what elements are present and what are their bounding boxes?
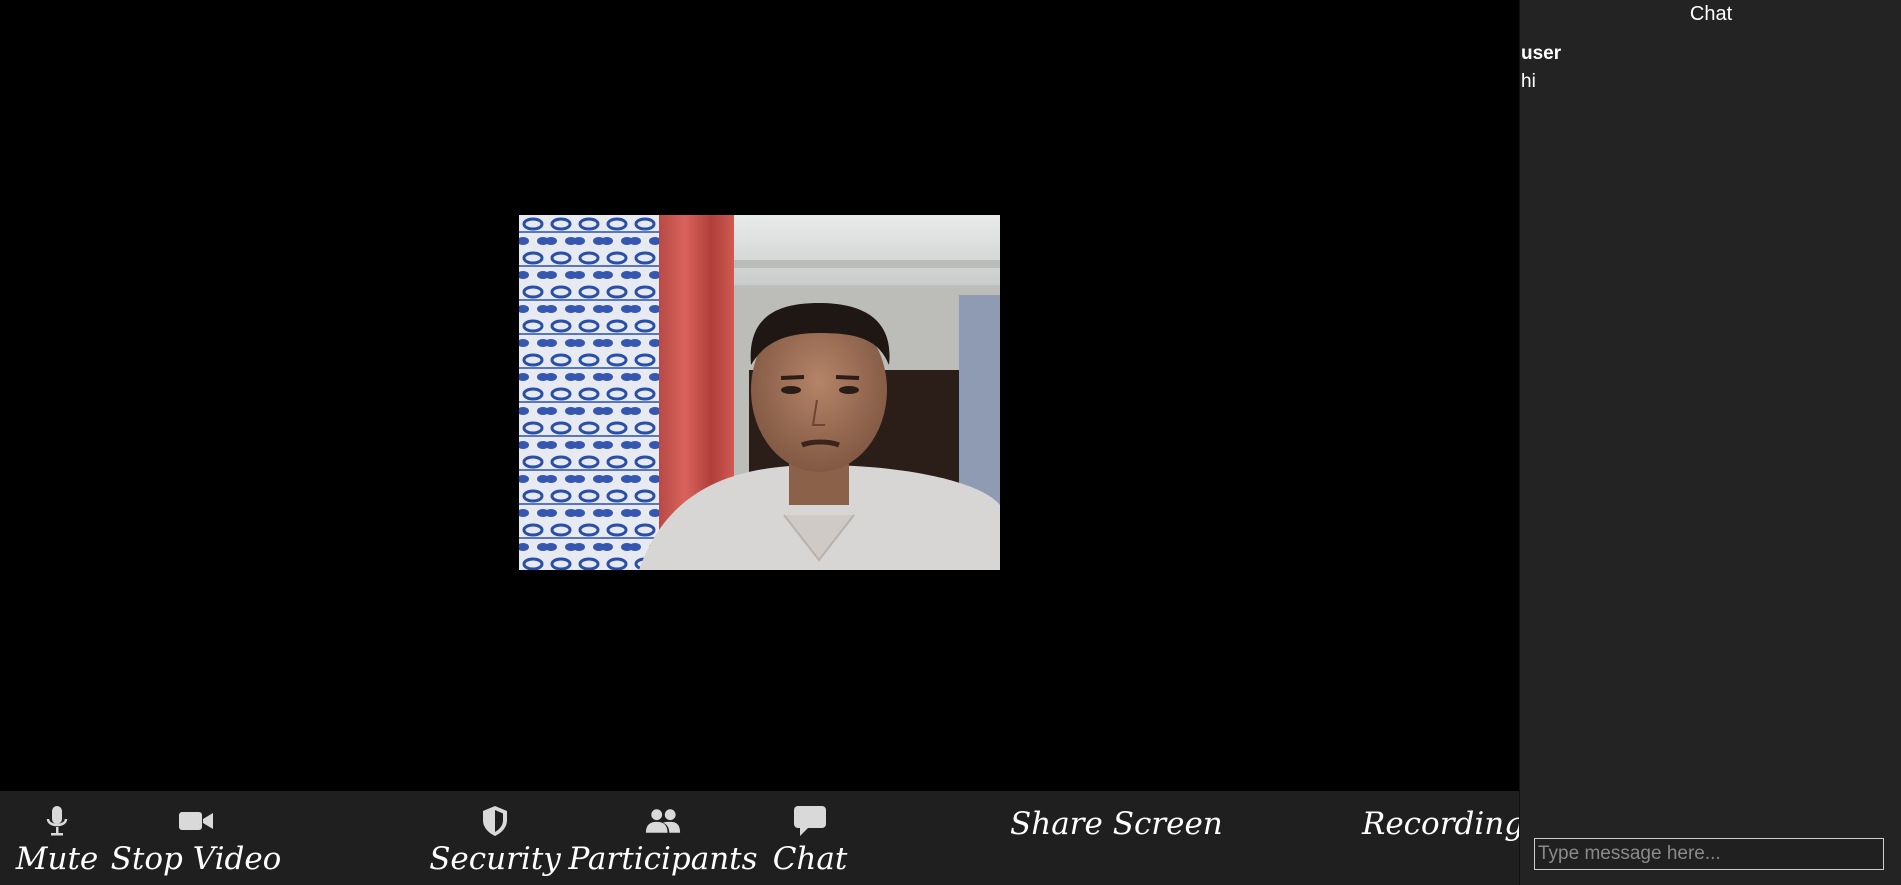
video-stage [0, 0, 1519, 791]
share-screen-button[interactable]: Share Screen [1010, 777, 1223, 871]
microphone-icon [39, 803, 75, 839]
mute-label: Mute [15, 841, 99, 877]
chat-message-input[interactable] [1534, 838, 1884, 870]
chat-message-user: user [1521, 43, 1562, 64]
video-meeting-app: Mute Stop Video Security Participants Ch… [0, 0, 1901, 885]
chat-message: user hi [1520, 43, 1901, 95]
participants-button[interactable]: Participants [568, 791, 758, 885]
video-camera-icon [178, 803, 214, 839]
participants-label: Participants [568, 841, 758, 877]
stop-video-label: Stop Video [110, 841, 282, 877]
chat-panel-title: Chat [1689, 3, 1733, 25]
security-label: Security [429, 841, 561, 877]
speech-bubble-icon [792, 803, 828, 839]
participant-video-tile [519, 215, 1000, 570]
shield-icon [477, 803, 513, 839]
chat-message-text: hi [1521, 71, 1536, 92]
chat-panel: Chat user hi [1519, 0, 1901, 885]
people-icon [645, 803, 681, 839]
stop-video-button[interactable]: Stop Video [111, 791, 281, 885]
meeting-toolbar: Mute Stop Video Security Participants Ch… [0, 791, 1524, 885]
security-button[interactable]: Security [429, 791, 561, 885]
recording-button[interactable]: Recording [1362, 777, 1524, 871]
chat-button[interactable]: Chat [772, 791, 848, 885]
chat-label: Chat [772, 841, 848, 877]
mute-button[interactable]: Mute [16, 791, 98, 885]
webcam-feed-image [519, 215, 1000, 570]
